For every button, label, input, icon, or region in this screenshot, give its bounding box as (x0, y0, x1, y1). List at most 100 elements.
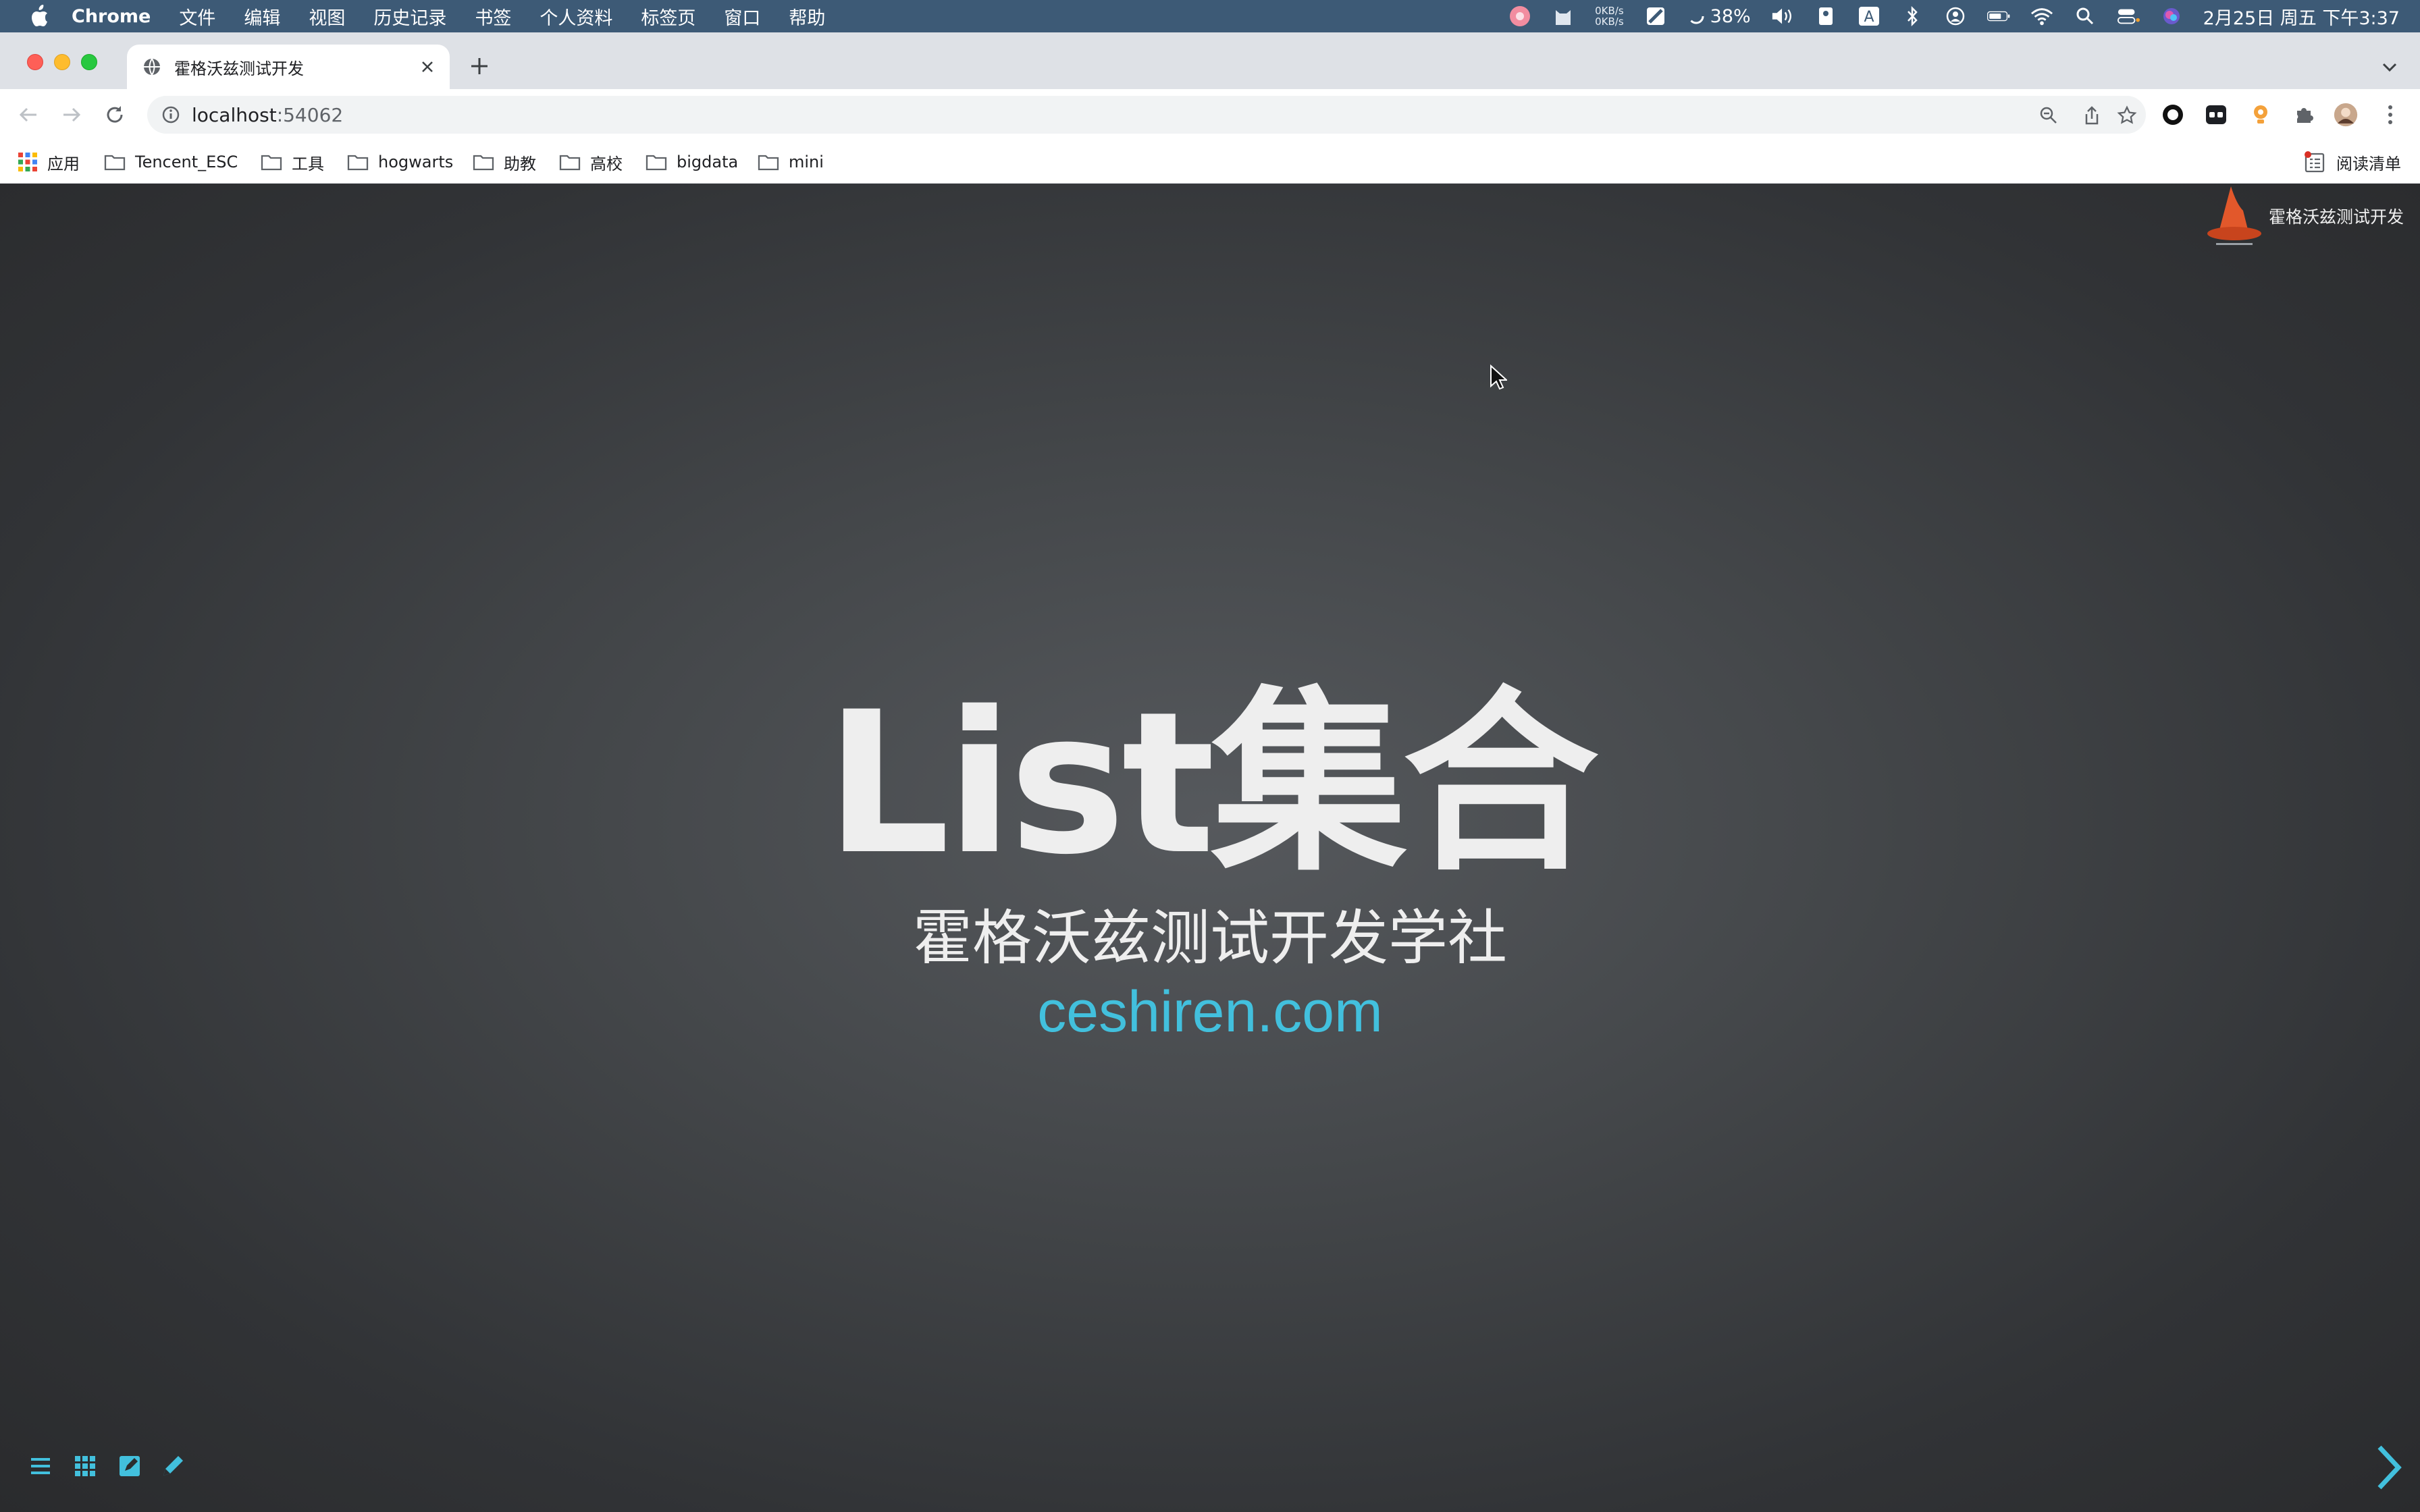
bookmark-apps-label: 应用 (47, 154, 80, 173)
bookmark-folder-label: mini (789, 153, 824, 171)
display-app-icon[interactable] (1644, 6, 1667, 26)
url-port: :54062 (276, 104, 344, 126)
folder-icon (347, 155, 369, 171)
bookmark-folder-hogwarts[interactable]: hogwarts (347, 150, 453, 174)
extension-circle-icon[interactable] (2161, 103, 2185, 127)
apple-logo-icon[interactable] (26, 3, 53, 30)
tab-title: 霍格沃兹测试开发 (174, 59, 304, 78)
flower-app-icon[interactable] (1508, 6, 1531, 26)
menu-history[interactable]: 历史记录 (373, 3, 446, 30)
menu-tabs[interactable]: 标签页 (641, 3, 695, 30)
reading-list-label: 阅读清单 (2336, 154, 2401, 173)
cpu-percentage: 38% (1710, 5, 1751, 27)
bookmark-folder-label: 工具 (292, 154, 324, 173)
share-icon[interactable] (2081, 105, 2103, 126)
brand-logo: 霍格沃兹测试开发 (2204, 184, 2404, 248)
menu-bar-status-area: 0KB/s 0KB/s 38% A 2月25日 周五 下午3:37 (1508, 0, 2400, 32)
bookmark-folder-tencent-esc[interactable]: Tencent_ESC (104, 150, 238, 174)
menu-bar-clock[interactable]: 2月25日 周五 下午3:37 (2203, 3, 2400, 30)
new-tab-plus-icon[interactable] (467, 54, 492, 78)
folder-icon (758, 155, 779, 171)
active-tab[interactable]: 霍格沃兹测试开发 (127, 45, 450, 89)
menu-app-name[interactable]: Chrome (72, 6, 151, 27)
folder-icon (104, 155, 126, 171)
slide-title: List集合 (825, 670, 1598, 898)
net-upload-speed: 0KB/s (1595, 5, 1624, 17)
brand-name: 霍格沃兹测试开发 (2268, 207, 2404, 227)
control-center-icon[interactable] (2117, 6, 2140, 26)
extension-mask-icon[interactable] (2204, 103, 2228, 127)
bookmark-folder-label: 助教 (504, 154, 536, 173)
input-method-label: A (1864, 9, 1874, 26)
profile-avatar-icon[interactable] (2334, 103, 2358, 127)
bookmark-folder-university[interactable]: 高校 (559, 150, 623, 174)
presentation-slide[interactable]: 霍格沃兹测试开发 List集合 霍格沃兹测试开发学社 ceshiren.com (0, 184, 2420, 1512)
folder-icon (473, 155, 494, 171)
menu-file[interactable]: 文件 (179, 3, 215, 30)
tab-close-icon[interactable] (417, 57, 438, 77)
folder-icon (646, 155, 667, 171)
window-minimize-button[interactable] (54, 54, 70, 70)
macos-menu-bar: Chrome 文件 编辑 视图 历史记录 书签 个人资料 标签页 窗口 帮助 0… (0, 0, 2420, 32)
reload-icon[interactable] (103, 103, 127, 127)
overview-grid-icon[interactable] (70, 1451, 100, 1481)
zoom-magnifier-icon[interactable] (2038, 105, 2059, 126)
folder-icon (559, 155, 581, 171)
bookmark-folder-assistant[interactable]: 助教 (473, 150, 536, 174)
bookmark-star-icon[interactable] (2116, 105, 2138, 126)
bluetooth-icon[interactable] (1901, 6, 1924, 26)
menu-hamburger-icon[interactable] (26, 1451, 55, 1481)
spotlight-search-icon[interactable] (2074, 6, 2097, 26)
edit-box-icon[interactable] (115, 1451, 144, 1481)
next-slide-chevron-right-icon[interactable] (2371, 1442, 2405, 1493)
back-arrow-icon[interactable] (16, 103, 41, 127)
cpu-monitor[interactable]: 38% (1687, 6, 1751, 27)
extensions-puzzle-icon[interactable] (2292, 103, 2316, 127)
user-account-icon[interactable] (1944, 6, 1967, 26)
menu-help[interactable]: 帮助 (789, 3, 825, 30)
network-speed-readout: 0KB/s 0KB/s (1595, 5, 1624, 27)
bookmarks-bar: 应用 Tencent_ESC 工具 hogwarts 助教 高校 bigdata… (0, 140, 2420, 184)
input-method-icon[interactable]: A (1858, 6, 1880, 26)
url-host: localhost (192, 104, 277, 126)
reading-list-icon (2305, 151, 2325, 173)
window-close-button[interactable] (27, 54, 43, 70)
reading-list-button[interactable]: 阅读清单 (2304, 150, 2401, 174)
bookmark-apps[interactable]: 应用 (18, 150, 80, 174)
address-bar[interactable]: localhost:54062 (147, 96, 2146, 134)
wifi-icon[interactable] (2030, 6, 2053, 26)
folder-icon (261, 155, 282, 171)
bookmark-folder-label: Tencent_ESC (135, 153, 238, 171)
window-zoom-button[interactable] (81, 54, 97, 70)
slide-website-link[interactable]: ceshiren.com (0, 975, 2420, 1049)
forward-arrow-icon[interactable] (59, 103, 84, 127)
menu-view[interactable]: 视图 (309, 3, 345, 30)
extension-bulb-icon[interactable] (2248, 103, 2273, 127)
bookmark-folder-label: bigdata (677, 153, 739, 171)
menu-bookmarks[interactable]: 书签 (475, 3, 511, 30)
slide-subtitle: 霍格沃兹测试开发学社 (912, 903, 1507, 973)
menu-edit[interactable]: 编辑 (244, 3, 280, 30)
cpu-ring-icon (1688, 8, 1704, 24)
mouse-cursor-icon (1490, 364, 1507, 390)
site-info-icon[interactable] (161, 105, 181, 125)
pencil-icon[interactable] (158, 1451, 188, 1481)
net-download-speed: 0KB/s (1595, 16, 1624, 28)
menu-window[interactable]: 窗口 (724, 3, 760, 30)
chrome-tab-strip: 霍格沃兹测试开发 (0, 32, 2420, 89)
menu-profiles[interactable]: 个人资料 (540, 3, 612, 30)
address-url: localhost:54062 (192, 104, 343, 126)
siri-icon[interactable] (2160, 6, 2183, 26)
volume-icon[interactable] (1771, 6, 1794, 26)
apps-grid-icon (18, 153, 37, 171)
bookmark-folder-label: 高校 (590, 154, 623, 173)
bookmark-folder-mini[interactable]: mini (758, 150, 824, 174)
bookmark-folder-tools[interactable]: 工具 (261, 150, 324, 174)
chrome-menu-kebab-icon[interactable] (2378, 103, 2402, 127)
cat-app-icon[interactable] (1552, 6, 1575, 26)
contact-card-icon[interactable] (1814, 6, 1837, 26)
battery-icon[interactable] (1987, 6, 2010, 26)
globe-favicon-icon (144, 58, 160, 76)
tab-search-chevron-down-icon[interactable] (2379, 57, 2400, 77)
bookmark-folder-bigdata[interactable]: bigdata (646, 150, 738, 174)
